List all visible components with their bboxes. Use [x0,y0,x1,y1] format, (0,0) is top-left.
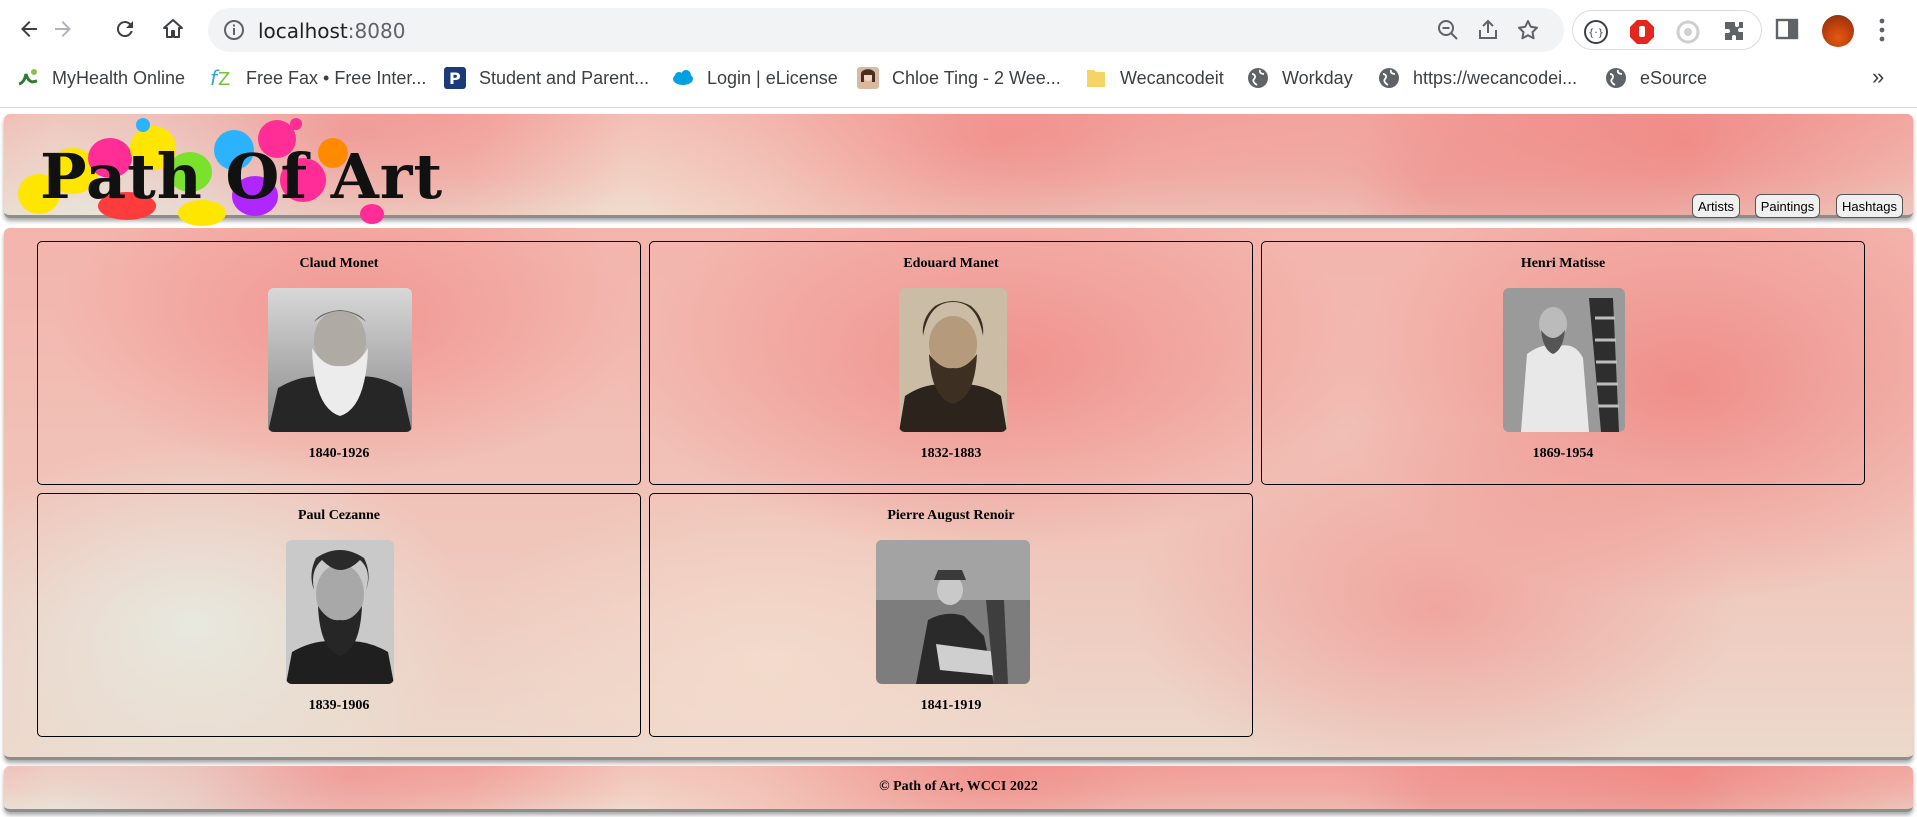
nav-hashtags-button[interactable]: Hashtags [1836,194,1903,218]
nav-paintings-button[interactable]: Paintings [1755,194,1820,218]
globe-icon [1377,66,1401,90]
globe-icon [1246,66,1270,90]
puzzle-extensions-icon[interactable] [1721,19,1747,45]
bookmark-label: Login | eLicense [707,67,838,88]
svg-text:{·}: {·} [1588,28,1604,39]
bookmark-esource[interactable]: eSource [1604,64,1707,92]
artist-years: 1840-1926 [308,446,370,461]
side-panel-icon[interactable] [1774,16,1800,42]
bookmarks-bar: MyHealth Online fZ Free Fax • Free Inter… [0,60,1917,96]
bookmark-label: Student and Parent... [479,67,650,88]
bookmark-elicense[interactable]: Login | eLicense [671,64,838,92]
artist-card-renoir[interactable]: Pierre August Renoir 1841-1919 [649,493,1253,737]
artist-name: Claud Monet [299,256,379,271]
artist-name: Henri Matisse [1520,256,1606,271]
back-arrow-icon [21,21,37,37]
folder-icon [1084,66,1108,90]
artist-card-cezanne[interactable]: Paul Cezanne 1839-1906 [37,493,641,737]
address-bar[interactable]: localhost:8080 [208,8,1564,52]
more-menu-icon[interactable] [1870,15,1894,45]
page-viewport: Path Of Art Artists Paintings Hashtags C… [0,108,1917,817]
site-info-icon[interactable] [222,18,246,42]
artist-portrait-matisse[interactable] [1503,288,1625,432]
bookmark-label: eSource [1640,67,1708,88]
back-button[interactable] [10,10,48,48]
bookmark-label: Chloe Ting - 2 Wee... [892,67,1061,88]
artist-card-monet[interactable]: Claud Monet 1840-1926 [37,241,641,485]
svg-text:P: P [449,69,461,88]
fz-icon: fZ [210,66,234,90]
artist-portrait-cezanne[interactable] [286,540,394,684]
artist-years: 1841-1919 [920,698,982,713]
url-text[interactable]: localhost:8080 [258,19,405,43]
powerschool-icon: P [443,66,467,90]
bookmark-label: Workday [1282,67,1353,88]
footer-copyright: © Path of Art, WCCI 2022 [879,779,1038,794]
forward-arrow-icon [55,21,71,37]
artist-card-manet[interactable]: Edouard Manet 1832-1883 [649,241,1253,485]
site-footer: © Path of Art, WCCI 2022 [4,766,1913,812]
home-button[interactable] [154,10,192,48]
bookmark-free-fax[interactable]: fZ Free Fax • Free Inter... [210,64,426,92]
bookmark-myhealth[interactable]: MyHealth Online [16,64,185,92]
logo-text: Path Of Art [40,140,444,213]
bookmark-label: MyHealth Online [52,67,186,88]
zoom-out-icon[interactable] [1436,18,1460,42]
artist-years: 1839-1906 [308,698,370,713]
artist-card-matisse[interactable]: Henri Matisse 1869-1954 [1261,241,1865,485]
profile-avatar[interactable] [1822,15,1854,47]
adblock-icon[interactable] [1629,19,1655,45]
url-host: localhost [258,19,348,43]
artist-name: Edouard Manet [903,256,999,271]
url-port: :8080 [347,19,406,43]
bookmark-student-parent[interactable]: P Student and Parent... [443,64,649,92]
share-icon[interactable] [1476,18,1500,42]
browser-chrome: localhost:8080 {·} MyHealth Online fZ Fr… [0,0,1917,108]
artist-portrait-renoir[interactable] [876,540,1030,684]
artist-name: Paul Cezanne [297,508,381,523]
svg-text:Z: Z [218,69,230,90]
devtools-extension-icon[interactable]: {·} [1583,19,1609,45]
myhealth-icon [16,66,40,90]
bookmark-label: Free Fax • Free Inter... [246,67,427,88]
site-header: Path Of Art Artists Paintings Hashtags [4,114,1913,226]
artists-section: Claud Monet 1840-1926 Edouard Manet 1832… [4,228,1913,760]
artist-name: Pierre August Renoir [887,508,1015,523]
home-icon [163,19,183,38]
bookmark-wecancodeit[interactable]: Wecancodeit [1084,64,1224,92]
bookmark-label: Wecancodeit [1120,67,1224,88]
salesforce-cloud-icon [671,66,695,90]
bookmark-label: https://wecancodei... [1413,67,1578,88]
bookmark-chloe-ting[interactable]: Chloe Ting - 2 Wee... [856,64,1061,92]
artist-years: 1869-1954 [1532,446,1594,461]
bookmark-star-icon[interactable] [1516,18,1540,42]
bookmark-workday[interactable]: Workday [1246,64,1353,92]
artist-portrait-monet[interactable] [268,288,412,432]
site-logo[interactable]: Path Of Art [18,118,442,228]
reload-button[interactable] [106,10,144,48]
forward-button[interactable] [44,10,82,48]
more-bookmarks-chevron[interactable]: » [1872,64,1884,90]
loading-extension-icon[interactable] [1675,19,1701,45]
nav-artists-button[interactable]: Artists [1692,194,1740,218]
person-thumbnail-icon [856,66,880,90]
globe-icon [1604,66,1628,90]
extensions-group: {·} [1572,10,1762,50]
artist-portrait-manet[interactable] [899,288,1007,432]
bookmark-wecancodeit-url[interactable]: https://wecancodei... [1377,64,1577,92]
reload-icon [116,21,133,38]
artist-years: 1832-1883 [920,446,982,461]
